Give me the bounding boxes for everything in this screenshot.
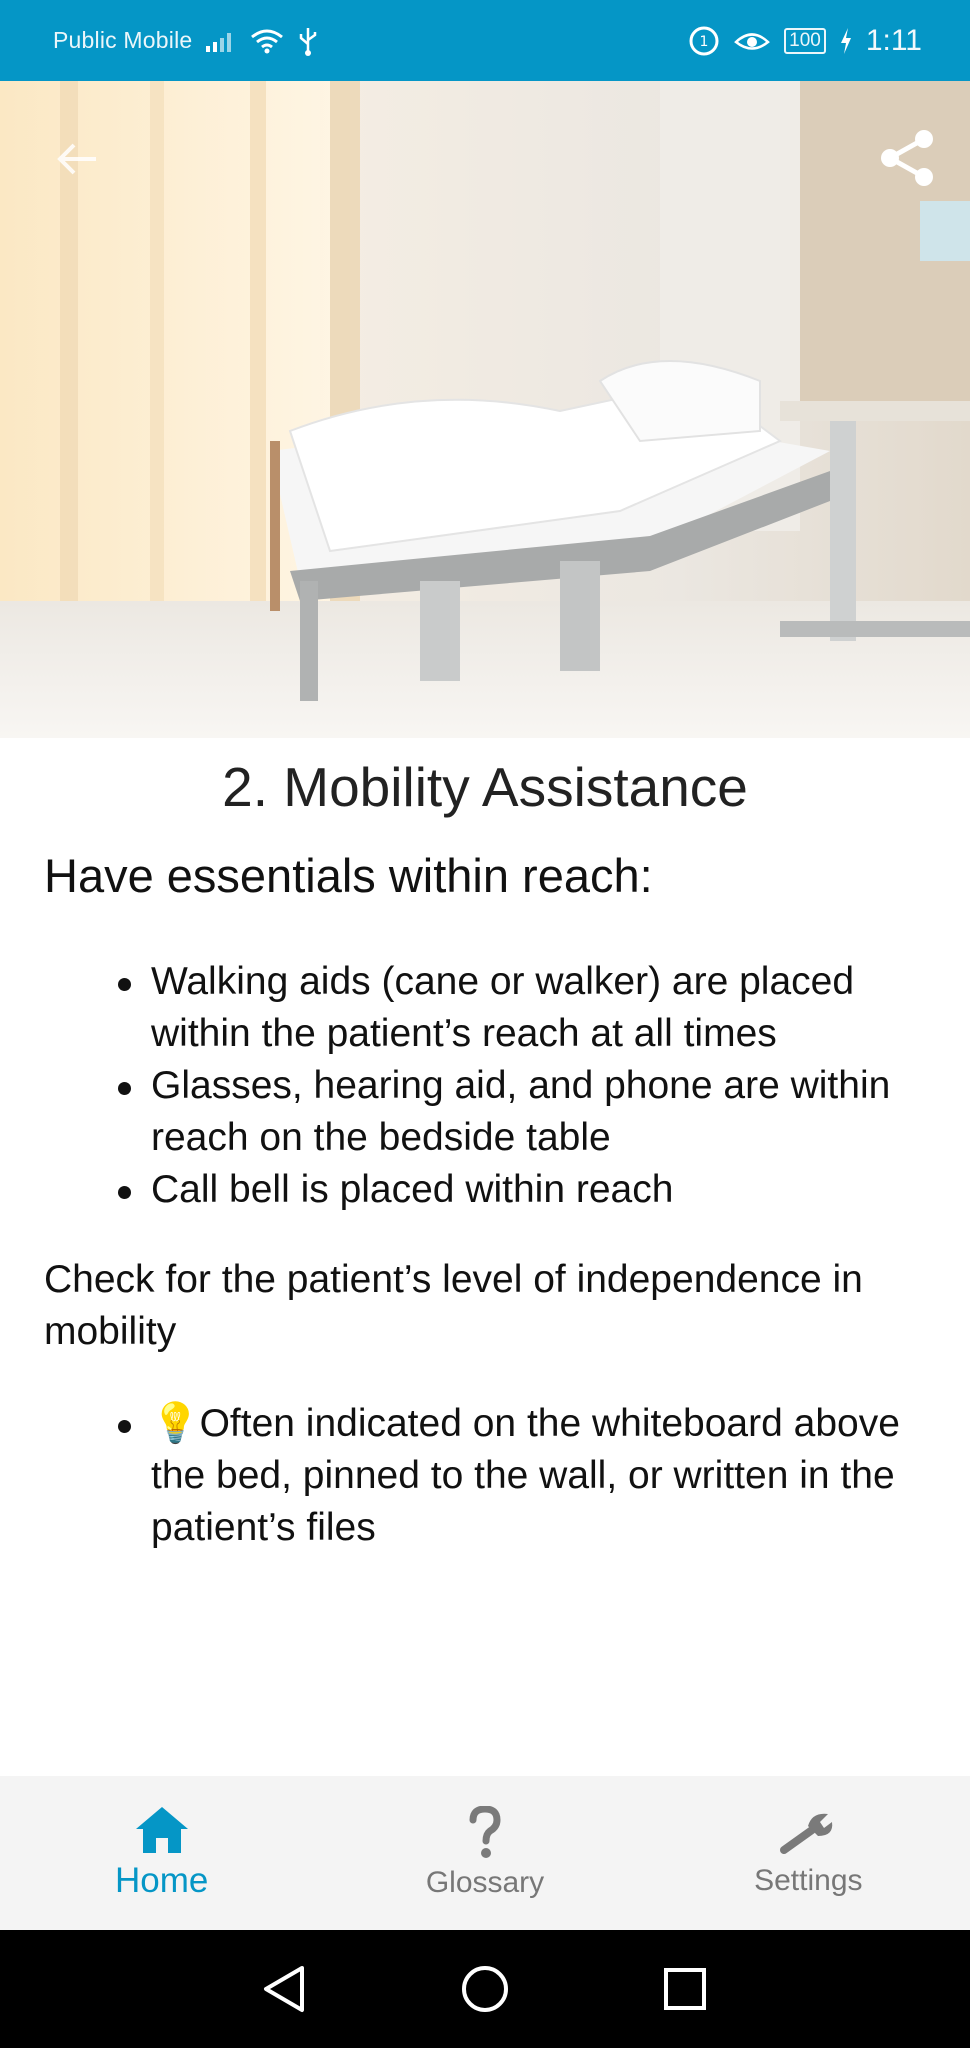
hospital-bed-photo [0,81,970,738]
back-triangle-icon [264,1966,304,2012]
section-heading: Have essentials within reach: [44,849,653,902]
home-circle-icon [462,1966,508,2012]
article-content: 2. Mobility Assistance Have essentials w… [0,738,970,1554]
nav-glossary-label: Glossary [425,1866,545,1899]
list-item: Walking aids (cane or walker) are placed… [118,956,926,1060]
eye-comfort-icon [734,27,771,55]
status-left: Public Mobile [53,26,318,56]
clock-time: 1:11 [865,23,922,57]
tip-list: 💡Often indicated on the whiteboard above… [44,1398,926,1554]
svg-text:1: 1 [700,34,709,50]
essentials-list: Walking aids (cane or walker) are placed… [44,956,926,1216]
usb-icon [298,26,318,56]
independence-paragraph: Check for the patient’s level of indepen… [44,1258,863,1353]
nav-settings[interactable]: Settings [647,1776,970,1930]
list-item: Call bell is placed within reach [118,1164,926,1216]
system-recents-button[interactable] [655,1959,715,2019]
nav-glossary[interactable]: Glossary [323,1776,646,1930]
recents-square-icon [664,1968,706,2010]
signal-icon [206,30,236,52]
status-bar: Public Mobile 1 100 1:11 [0,0,970,81]
list-item: Glasses, hearing aid, and phone are with… [118,1060,926,1164]
wrench-icon [780,1813,833,1854]
home-icon [135,1807,188,1853]
system-back-button[interactable] [255,1959,315,2019]
tip-item: 💡Often indicated on the whiteboard above… [118,1398,926,1554]
nav-settings-label: Settings [754,1864,863,1897]
bottom-navigation: Home Glossary Settings [0,1776,970,1930]
arrow-left-icon [57,143,96,175]
question-icon [469,1806,501,1858]
hero-image [0,81,970,738]
status-right: 1 100 1:11 [688,24,922,58]
share-icon [881,130,933,186]
charging-icon [840,27,852,54]
carrier-name: Public Mobile [53,27,193,53]
nav-home[interactable]: Home [0,1776,323,1930]
nav-home-label: Home [114,1861,209,1900]
data-saver-icon: 1 [688,25,720,57]
page-title: 2. Mobility Assistance [222,756,748,818]
back-button[interactable] [48,129,108,189]
share-button[interactable] [872,123,942,193]
system-navigation-bar [0,1930,970,2048]
wifi-icon [250,28,284,54]
battery-indicator: 100 [784,27,826,54]
system-home-button[interactable] [455,1959,515,2019]
tip-text: Often indicated on the whiteboard above … [151,1402,900,1549]
lightbulb-icon: 💡 [151,1401,200,1446]
